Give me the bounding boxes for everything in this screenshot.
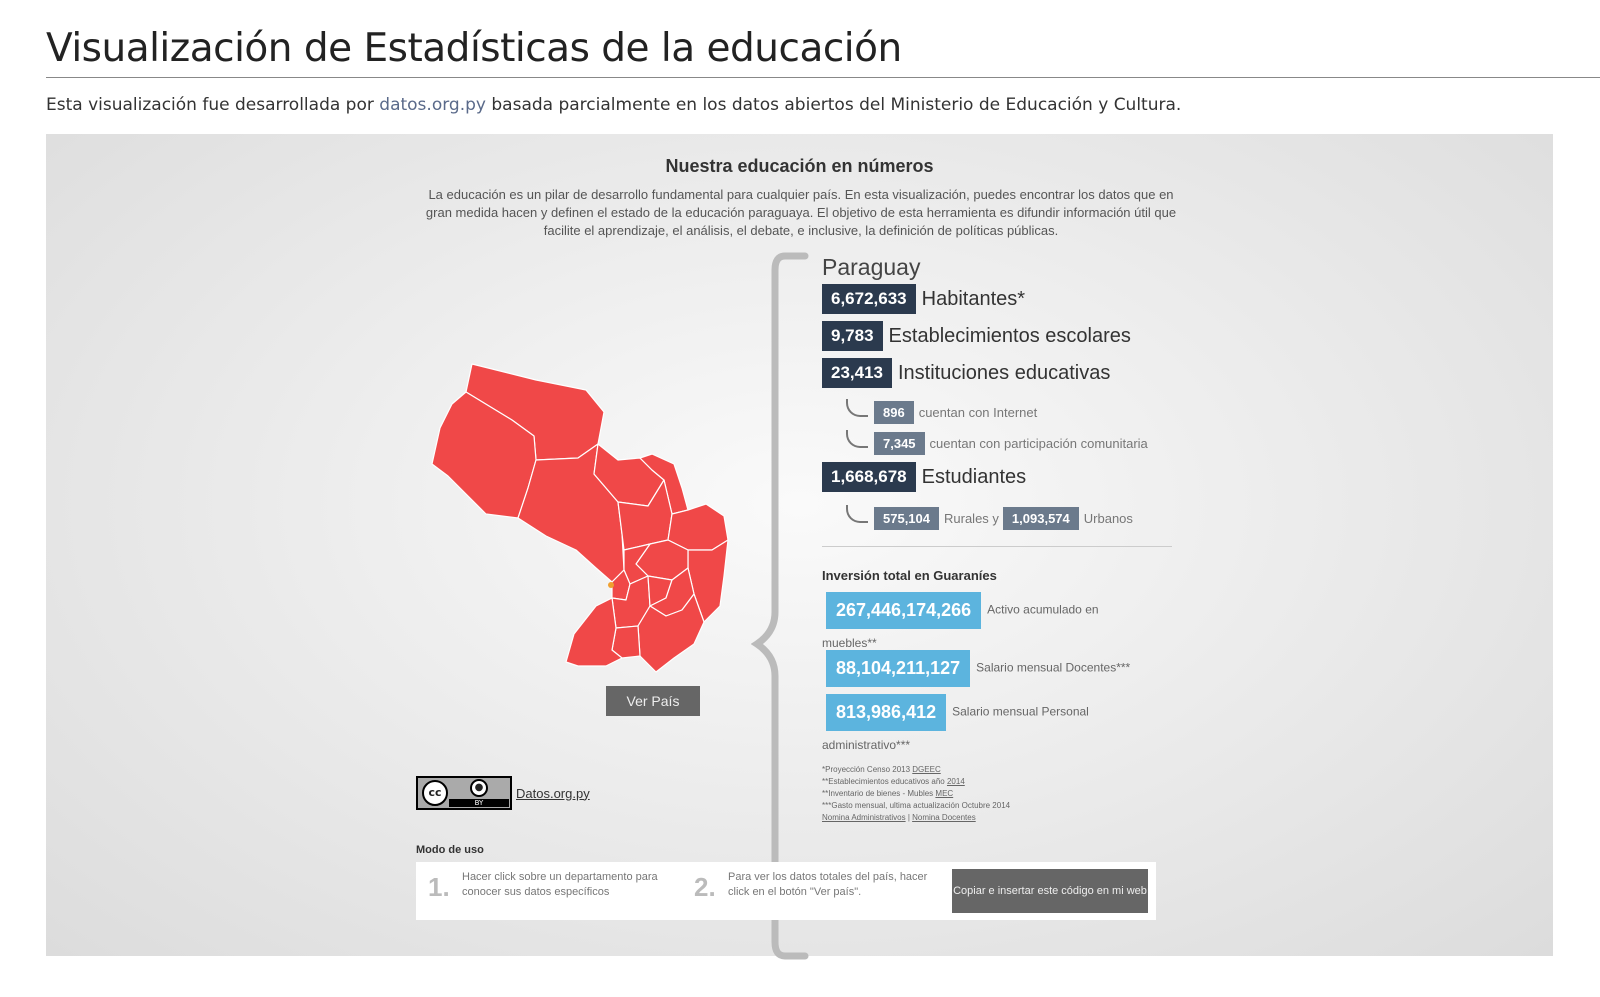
footnote-4: ***Gasto mensual, ultima actualización O… <box>822 801 1011 810</box>
year-2014-link[interactable]: 2014 <box>947 777 965 786</box>
cc-by-logo[interactable]: cc ● BY <box>416 776 512 810</box>
footnote-1: *Proyección Censo 2013 DGEEC <box>822 764 1010 776</box>
ver-pais-button[interactable]: Ver País <box>606 686 700 716</box>
estudiantes-label: Estudiantes <box>921 465 1027 488</box>
stat-habitantes: 6,672,633 Habitantes* <box>822 284 1025 314</box>
nomina-administrativos-link[interactable]: Nomina Administrativos <box>822 813 906 822</box>
dgeec-link[interactable]: DGEEC <box>912 765 940 774</box>
comunitaria-label: cuentan con participación comunitaria <box>929 436 1148 451</box>
instituciones-label: Instituciones educativas <box>898 361 1111 384</box>
habitantes-value: 6,672,633 <box>822 284 916 314</box>
paraguay-map <box>431 363 729 673</box>
stat-comunitaria: 7,345 cuentan con participación comunita… <box>846 429 1148 455</box>
stat-rural-urbano: 575,104 Rurales y 1,093,574 Urbanos <box>846 504 1133 530</box>
step-2-text: Para ver los datos totales del país, hac… <box>728 871 928 898</box>
rurales-label: Rurales y <box>944 511 999 526</box>
widget-title: Nuestra educación en números <box>665 156 934 176</box>
step-1-text: Hacer click sobre un departamento para c… <box>462 871 658 898</box>
widget-description: La educación es un pilar de desarrollo f… <box>425 187 1177 238</box>
step-2-number: 2. <box>694 872 716 902</box>
internet-label: cuentan con Internet <box>918 405 1038 420</box>
comunitaria-value: 7,345 <box>874 432 925 455</box>
stat-instituciones: 23,413 Instituciones educativas <box>822 358 1110 388</box>
footnote-links: Nomina Administrativos | Nomina Docentes <box>822 812 1010 824</box>
intro-text: Esta visualización fue desarrollada por … <box>46 95 1181 115</box>
department-neembucu[interactable] <box>565 597 623 667</box>
footnote-3-text: **Inventario de bienes - Mubles <box>822 789 936 798</box>
usage-box: 1. Hacer click sobre un departamento par… <box>416 862 1156 920</box>
connector-hook <box>846 429 868 448</box>
cc-icon: cc <box>422 780 448 806</box>
investment-personal: 813,986,412 Salario mensual Personal admi… <box>822 694 1152 759</box>
rurales-value: 575,104 <box>874 507 939 530</box>
connector-hook <box>846 504 868 523</box>
datos-org-py-link[interactable]: Datos.org.py <box>516 786 590 801</box>
docentes-value: 88,104,211,127 <box>826 650 971 687</box>
establecimientos-label: Establecimientos escolares <box>888 324 1131 347</box>
establecimientos-value: 9,783 <box>822 321 883 351</box>
footnote-2: **Establecimientos educativos año 2014 <box>822 776 1010 788</box>
activo-value: 267,446,174,266 <box>826 592 982 629</box>
asuncion-marker[interactable] <box>608 582 614 588</box>
attribution-icon: ● <box>470 779 488 797</box>
mec-link[interactable]: MEC <box>935 789 953 798</box>
education-widget: Nuestra educación en números La educació… <box>46 134 1553 960</box>
investment-docentes: 88,104,211,127 Salario mensual Docentes**… <box>822 650 1152 687</box>
stat-establecimientos: 9,783 Establecimientos escolares <box>822 321 1131 351</box>
urbanos-label: Urbanos <box>1083 511 1133 526</box>
personal-value: 813,986,412 <box>826 694 947 731</box>
datos-org-link[interactable]: datos.org.py <box>379 95 486 115</box>
page-title: Visualización de Estadísticas de la educ… <box>46 26 902 71</box>
connector-hook <box>846 398 868 417</box>
cc-license: cc ● BY Datos.org.py <box>416 776 590 810</box>
instituciones-value: 23,413 <box>822 358 892 388</box>
investment-heading: Inversión total en Guaraníes <box>822 568 997 583</box>
copy-embed-button[interactable]: Copiar e insertar este código en mi web <box>952 869 1148 913</box>
title-divider <box>46 77 1600 78</box>
usage-title: Modo de uso <box>416 844 484 856</box>
footnote-3: **Inventario de bienes - Mubles MEC <box>822 788 1010 800</box>
footnotes: *Proyección Censo 2013 DGEEC **Estableci… <box>822 764 1010 824</box>
cc-by-label: BY <box>449 799 509 807</box>
docentes-label: Salario mensual Docentes*** <box>976 660 1131 675</box>
urbanos-value: 1,093,574 <box>1002 507 1079 530</box>
section-divider <box>822 546 1172 547</box>
footnote-2-text: **Establecimientos educativos año <box>822 777 947 786</box>
estudiantes-value: 1,668,678 <box>822 462 916 492</box>
nomina-docentes-link[interactable]: Nomina Docentes <box>912 813 976 822</box>
curly-brace <box>751 252 809 960</box>
habitantes-label: Habitantes* <box>921 287 1026 310</box>
footnote-1-text: *Proyección Censo 2013 <box>822 765 913 774</box>
internet-value: 896 <box>874 401 914 424</box>
stat-estudiantes: 1,668,678 Estudiantes <box>822 462 1026 492</box>
stat-internet: 896 cuentan con Internet <box>846 398 1038 424</box>
country-name: Paraguay <box>822 254 921 280</box>
investment-activo: 267,446,174,266 Activo acumulado en muebl… <box>822 592 1152 657</box>
intro-text-after: basada parcialmente en los datos abierto… <box>485 95 1182 115</box>
intro-text-before: Esta visualización fue desarrollada por <box>46 95 380 115</box>
step-1-number: 1. <box>428 872 450 902</box>
